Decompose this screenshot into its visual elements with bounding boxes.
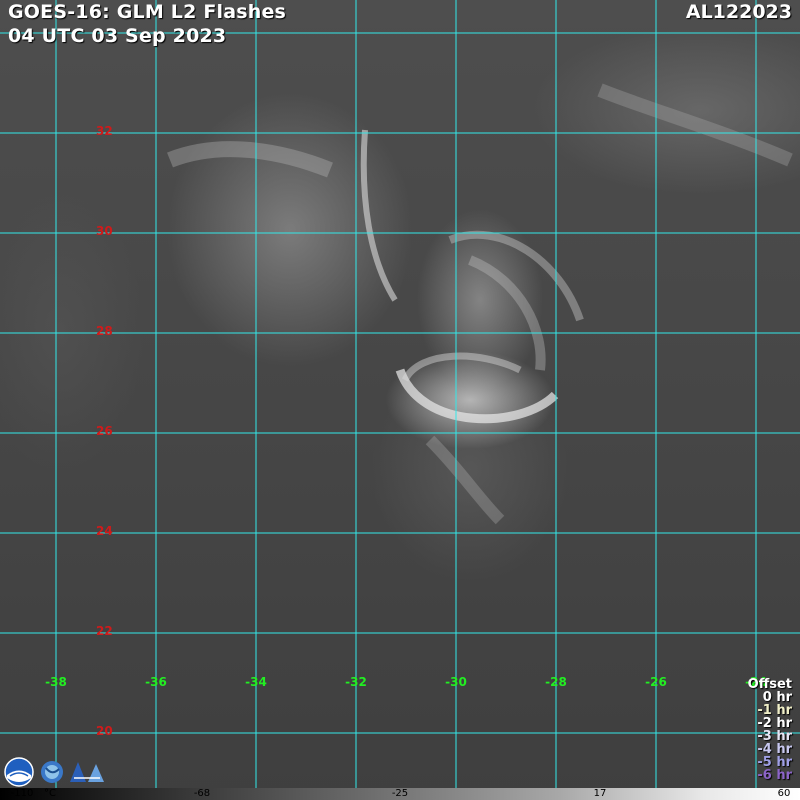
noaa-logo [4,757,34,787]
colorbar-unit-label: °C [44,788,56,799]
temperature-colorbar: -110 °C -68 -25 17 60 [0,788,800,800]
satellite-map: GOES-16: GLM L2 Flashes 04 UTC 03 Sep 20… [0,0,800,800]
latitude-label: 24 [96,524,113,538]
latitude-label: 28 [96,324,113,338]
latitude-label: 20 [96,724,113,738]
lat-lon-grid [0,0,800,788]
colorbar-label: -25 [391,788,409,799]
longitude-label: -36 [145,675,167,689]
colorbar-label: 60 [777,788,791,799]
colorbar-label: 17 [593,788,607,799]
latitude-label: 26 [96,424,113,438]
colorbar-label: -110 [10,788,34,799]
longitude-label: -32 [345,675,367,689]
longitude-label: -28 [545,675,567,689]
storm-id: AL122023 [685,1,792,23]
title-line1: GOES-16: GLM L2 Flashes [8,1,287,23]
latitude-label: 32 [96,124,113,138]
longitude-label: -26 [645,675,667,689]
cloud-features [167,83,793,525]
colorbar-label: -68 [193,788,211,799]
longitude-label: -38 [45,675,67,689]
agency-logos [4,757,104,787]
latitude-label: 30 [96,224,113,238]
time-offset-legend: Offset 0 hr -1 hr -2 hr -3 hr -4 hr -5 h… [748,678,792,782]
longitude-label: -34 [245,675,267,689]
legend-item: -6 hr [757,768,792,783]
longitude-label: -30 [445,675,467,689]
title-line2: 04 UTC 03 Sep 2023 [8,25,227,47]
latitude-label: 22 [96,624,113,638]
cira-logo [70,762,104,782]
nesdis-logo [41,761,63,783]
